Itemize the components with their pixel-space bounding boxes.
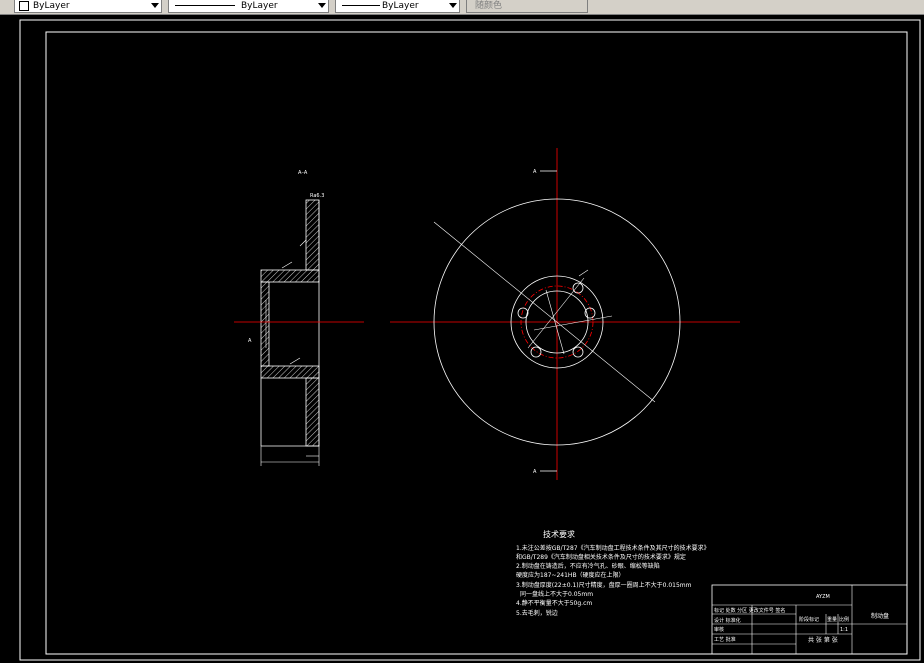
view-marker-top: A bbox=[533, 169, 537, 175]
chevron-down-icon[interactable] bbox=[151, 3, 159, 8]
tech-note: 同一盘线上不大于0.05mm bbox=[520, 590, 593, 598]
roughness-label: Ra6.3 bbox=[310, 193, 324, 199]
tech-note: 硬度应为187~241HB（硬度应在上限） bbox=[516, 571, 625, 579]
chevron-down-icon[interactable] bbox=[449, 3, 457, 8]
plotstyle-combo[interactable]: 随颜色 bbox=[466, 0, 588, 13]
lineweight-preview-icon bbox=[342, 5, 380, 6]
tech-note: 1.未注公差按GB/T287《汽车制动盘工程技术条件及其尺寸的技术要求》 bbox=[516, 544, 710, 552]
tech-note: 5.去毛刺，锐边 bbox=[516, 609, 558, 617]
properties-toolbar: ByLayer ByLayer ByLayer 随颜色 bbox=[0, 0, 924, 15]
chevron-down-icon[interactable] bbox=[318, 3, 326, 8]
tech-note: 3.制动盘厚度(22±0.1)尺寸精度，盘厚一圈周上不大于0.015mm bbox=[516, 581, 692, 589]
tech-title: 技术要求 bbox=[543, 529, 575, 539]
tech-note: 4.静不平衡量不大于50g.cm bbox=[516, 599, 592, 607]
color-combo-value: ByLayer bbox=[33, 1, 70, 11]
bolt-hole bbox=[517, 307, 529, 319]
tech-note: 和GB/T289《汽车制动盘相关技术条件及尺寸的技术要求》规定 bbox=[516, 553, 686, 561]
title-block[interactable]: AYZM 制动盘 标记 处数 分区 更改文件号 签名 设计 标准化 审核 工艺 … bbox=[711, 584, 908, 655]
scale-label: 比例 bbox=[839, 616, 849, 623]
bolt-hole bbox=[530, 346, 542, 358]
inner-border bbox=[45, 31, 908, 655]
lineweight-combo-value: ByLayer bbox=[382, 1, 419, 11]
outer-border bbox=[19, 19, 921, 661]
title-row-revision: 标记 处数 分区 更改文件号 签名 bbox=[714, 607, 785, 614]
drawing-number: AYZM bbox=[816, 594, 830, 600]
view-marker-bottom: A bbox=[533, 469, 537, 475]
stage-label: 阶段标记 bbox=[799, 616, 819, 623]
section-label: A–A bbox=[298, 170, 308, 176]
technical-requirements: 技术要求 1.未注公差按GB/T287《汽车制动盘工程技术条件及其尺寸的技术要求… bbox=[516, 529, 710, 617]
front-view: A A bbox=[390, 148, 740, 480]
title-row-review: 审核 bbox=[714, 626, 724, 633]
plotstyle-combo-value: 随颜色 bbox=[475, 1, 503, 11]
scale-value: 1:1 bbox=[840, 627, 848, 633]
color-swatch-icon bbox=[19, 1, 29, 11]
lineweight-combo[interactable]: ByLayer bbox=[335, 0, 460, 13]
tech-note: 2.制动盘在铸造后，不应有冷气孔、砂眼、缩松等缺陷 bbox=[516, 562, 660, 570]
linetype-combo-value: ByLayer bbox=[241, 1, 278, 11]
bolt-hole bbox=[572, 282, 584, 294]
view-marker-left: A bbox=[248, 338, 252, 344]
weight-label: 重量 bbox=[827, 616, 837, 623]
drawing-canvas[interactable]: A–A Ra6.3 A A A 技术要求 1.未注公差按GB/T287《汽车制动… bbox=[0, 16, 924, 663]
bolt-hole bbox=[572, 346, 584, 358]
sheet-label: 共 张 第 张 bbox=[808, 636, 838, 644]
part-name: 制动盘 bbox=[871, 612, 889, 620]
linetype-combo[interactable]: ByLayer bbox=[168, 0, 329, 13]
section-view: A–A Ra6.3 A bbox=[234, 170, 364, 466]
title-row-process: 工艺 批准 bbox=[714, 636, 736, 643]
color-combo[interactable]: ByLayer bbox=[14, 0, 162, 13]
linetype-preview-icon bbox=[175, 5, 235, 6]
title-row-design: 设计 标准化 bbox=[714, 617, 741, 624]
